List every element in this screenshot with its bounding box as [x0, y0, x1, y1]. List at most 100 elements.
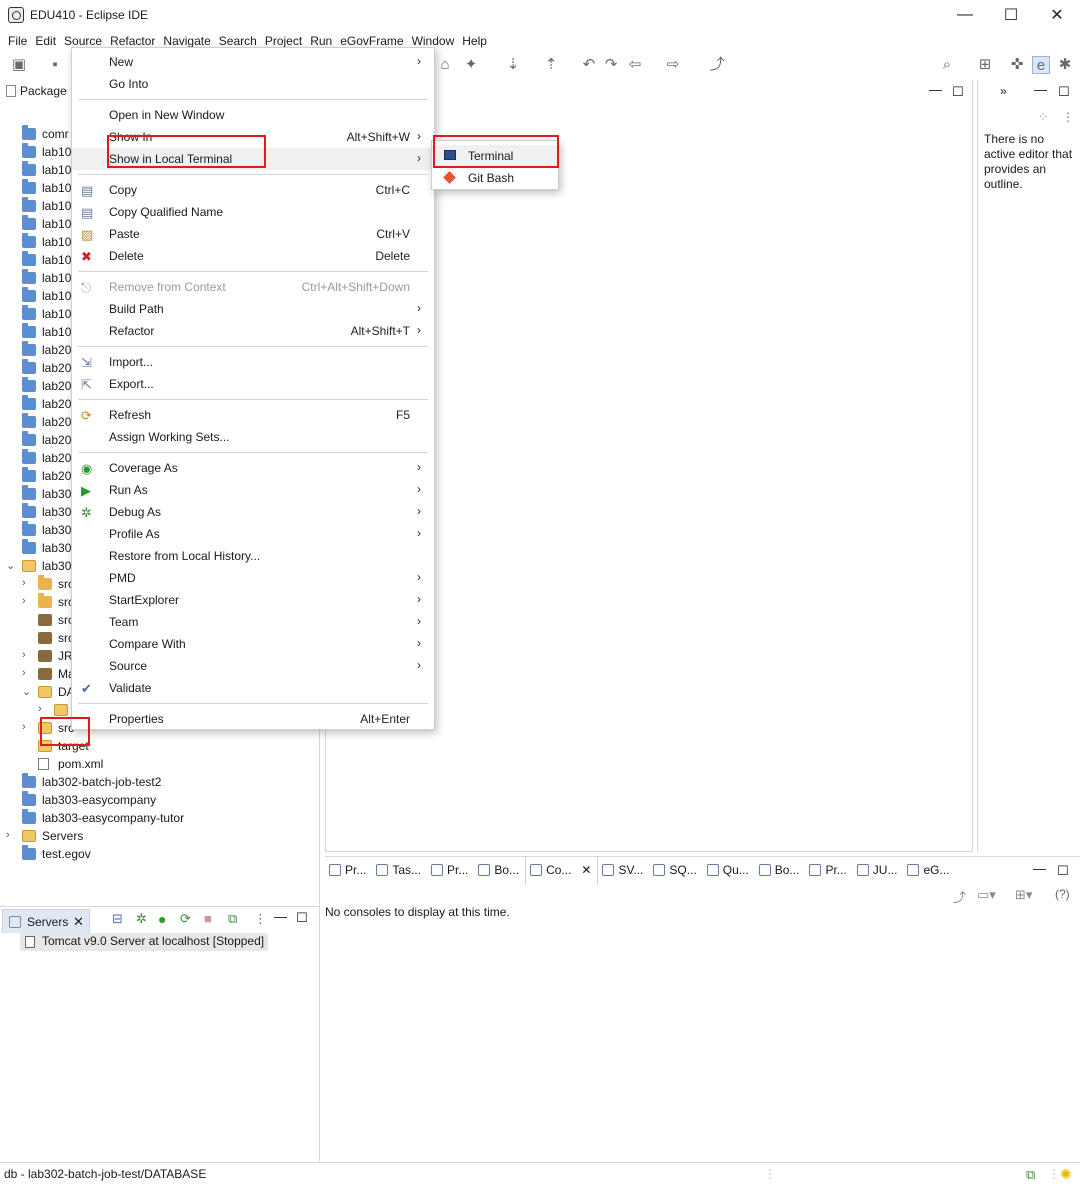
menu-item-refresh[interactable]: ⟳ Refresh F5 — [72, 404, 434, 426]
new-wizard-icon[interactable]: ▣ — [10, 56, 28, 74]
bottom-view-tab[interactable]: Pr... — [325, 857, 372, 885]
collapse-all-icon[interactable]: ⊟ — [112, 911, 123, 927]
menu-item-refactor[interactable]: Refactor Alt+Shift+T › — [72, 320, 434, 342]
submenu-item-git-bash[interactable]: Git Bash — [432, 167, 558, 189]
editor-maximize-icon[interactable]: ☐ — [952, 84, 964, 100]
search-icon[interactable]: ⌕ — [938, 56, 956, 74]
expand-arrow-icon[interactable]: › — [22, 649, 26, 661]
bottom-view-tab[interactable]: SV... — [598, 857, 649, 885]
bottom-view-tab[interactable]: Pr... — [427, 857, 474, 885]
status-update-icon[interactable]: ⧉ — [1026, 1167, 1035, 1183]
menu-item-restore-from-local-history[interactable]: Restore from Local History... — [72, 545, 434, 567]
bottom-view-tab[interactable]: JU... — [853, 857, 904, 885]
back-icon[interactable]: ⇦ — [626, 56, 644, 74]
egov-perspective-icon[interactable]: e — [1032, 56, 1050, 74]
expand-arrow-icon[interactable]: › — [22, 595, 26, 607]
menu-item-team[interactable]: Team › — [72, 611, 434, 633]
next-edit-icon[interactable]: ↷ — [602, 56, 620, 74]
debug-server-icon[interactable]: ✲ — [136, 911, 147, 927]
menu-item-new[interactable]: New › — [72, 51, 434, 73]
debug-perspective-icon[interactable]: ✱ — [1056, 56, 1074, 74]
menu-item-coverage-as[interactable]: ◉ Coverage As › — [72, 457, 434, 479]
menu-item-paste[interactable]: ▨ Paste Ctrl+V — [72, 223, 434, 245]
java-perspective-icon[interactable]: ✜ — [1008, 56, 1026, 74]
expand-arrow-icon[interactable]: › — [22, 667, 26, 679]
console-maximize-icon[interactable]: ☐ — [1057, 863, 1069, 879]
bottom-view-tab[interactable]: Bo... — [474, 857, 525, 885]
menu-item-build-path[interactable]: Build Path › — [72, 298, 434, 320]
menu-file[interactable]: File — [8, 30, 27, 50]
outline-toolbar-icon[interactable]: ⁘ — [1038, 110, 1048, 124]
save-icon[interactable]: ▪ — [46, 56, 64, 74]
minimize-view-icon[interactable]: — — [274, 909, 287, 924]
bottom-view-tab[interactable]: Qu... — [703, 857, 755, 885]
close-tab-icon[interactable]: ✕ — [73, 914, 84, 930]
bottom-view-tab[interactable]: Bo... — [755, 857, 806, 885]
menu-item-startexplorer[interactable]: StartExplorer › — [72, 589, 434, 611]
expand-arrow-icon[interactable]: › — [22, 577, 26, 589]
expand-arrow-icon[interactable]: › — [38, 703, 42, 715]
menu-item-assign-working-sets[interactable]: Assign Working Sets... — [72, 426, 434, 448]
menu-item-run-as[interactable]: ▶ Run As › — [72, 479, 434, 501]
tree-item-label: lab20 — [42, 415, 72, 429]
menu-item-properties[interactable]: Properties Alt+Enter — [72, 708, 434, 730]
server-row[interactable]: Tomcat v9.0 Server at localhost [Stopped… — [20, 933, 269, 951]
minimize-button[interactable]: — — [942, 0, 988, 30]
outline-view-menu-icon[interactable]: ⋮ — [1062, 110, 1074, 124]
menu-item-compare-with[interactable]: Compare With › — [72, 633, 434, 655]
menu-item-go-into[interactable]: Go Into — [72, 73, 434, 95]
display-console-icon[interactable]: ▭▾ — [977, 887, 996, 903]
pin-console-icon[interactable]: ⤴ — [953, 887, 966, 906]
pin-editor-icon[interactable]: ⤴ — [708, 56, 726, 74]
stop-server-icon[interactable]: ■ — [204, 911, 212, 926]
outline-minimize-icon[interactable]: — — [1034, 82, 1047, 97]
menu-item-validate[interactable]: ✔ Validate — [72, 677, 434, 699]
outline-tab-overflow-icon[interactable]: » — [1000, 84, 1007, 98]
deploy-icon[interactable]: ✦ — [462, 56, 480, 74]
next-annotation-icon[interactable]: ⇣ — [504, 56, 522, 74]
package-explorer-tab[interactable]: Package — [6, 84, 67, 98]
menu-item-source[interactable]: Source › — [72, 655, 434, 677]
collapse-arrow-icon[interactable]: ⌄ — [6, 559, 15, 572]
bottom-view-tab[interactable]: Tas... — [372, 857, 427, 885]
menu-item-pmd[interactable]: PMD › — [72, 567, 434, 589]
bottom-view-tab[interactable]: Pr... — [805, 857, 852, 885]
close-tab-icon[interactable]: ✕ — [581, 863, 591, 885]
menu-item-debug-as[interactable]: ✲ Debug As › — [72, 501, 434, 523]
submenu-arrow-icon: › — [417, 526, 421, 540]
menu-item-export[interactable]: ⇱ Export... — [72, 373, 434, 395]
menu-item-open-in-new-window[interactable]: Open in New Window — [72, 104, 434, 126]
close-button[interactable]: ✕ — [1034, 0, 1080, 30]
open-folder-icon[interactable]: ⌂ — [436, 56, 454, 74]
profile-server-icon[interactable]: ⟳ — [180, 911, 191, 927]
maximize-view-icon[interactable]: ☐ — [296, 910, 308, 926]
open-perspective-icon[interactable]: ⊞ — [976, 56, 994, 74]
menu-help[interactable]: Help — [462, 30, 487, 50]
tip-bulb-icon[interactable]: ✺ — [1060, 1166, 1072, 1183]
last-edit-icon[interactable]: ↶ — [580, 56, 598, 74]
open-console-icon[interactable]: ⊞▾ — [1015, 887, 1032, 903]
outline-maximize-icon[interactable]: ☐ — [1058, 84, 1070, 100]
editor-minimize-icon[interactable]: — — [929, 82, 942, 97]
bottom-view-tab[interactable]: SQ... — [649, 857, 702, 885]
view-menu-icon[interactable]: ⋮ — [254, 911, 267, 927]
bottom-view-tab[interactable]: Co... ✕ — [525, 857, 599, 885]
bottom-view-tab[interactable]: eG... — [903, 857, 955, 885]
forward-icon[interactable]: ⇨ — [664, 56, 682, 74]
menu-edit[interactable]: Edit — [35, 30, 56, 50]
publish-icon[interactable]: ⧉ — [228, 911, 237, 927]
menu-item-copy-qualified-name[interactable]: ▤ Copy Qualified Name — [72, 201, 434, 223]
menu-item-profile-as[interactable]: Profile As › — [72, 523, 434, 545]
start-server-icon[interactable]: ● — [158, 911, 166, 927]
menu-item-delete[interactable]: ✖ Delete Delete — [72, 245, 434, 267]
console-minimize-icon[interactable]: — — [1033, 861, 1046, 876]
menu-item-import[interactable]: ⇲ Import... — [72, 351, 434, 373]
collapse-arrow-icon[interactable]: ⌄ — [22, 685, 31, 698]
help-icon[interactable]: (?) — [1055, 887, 1070, 901]
maximize-button[interactable]: ☐ — [988, 0, 1034, 30]
expand-arrow-icon[interactable]: › — [22, 721, 26, 733]
menu-item-copy[interactable]: ▤ Copy Ctrl+C — [72, 179, 434, 201]
servers-tab[interactable]: Servers ✕ — [2, 909, 90, 933]
expand-arrow-icon[interactable]: › — [6, 829, 10, 841]
prev-annotation-icon[interactable]: ⇡ — [542, 56, 560, 74]
